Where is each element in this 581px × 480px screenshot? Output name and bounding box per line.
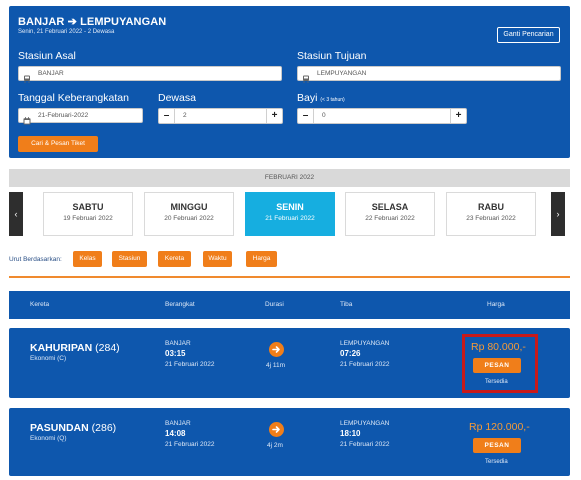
sort-class-button[interactable]: Kelas	[73, 251, 102, 267]
origin-label: Stasiun Asal	[18, 50, 76, 62]
header-depart: Berangkat	[165, 301, 195, 308]
train-name-text: KAHURIPAN	[30, 342, 93, 354]
day-tuesday[interactable]: SELASA 22 Februari 2022	[345, 192, 435, 236]
adult-decrease-button[interactable]: –	[159, 109, 175, 123]
depart-station: BANJAR	[165, 340, 191, 347]
arrive-station: LEMPUYANGAN	[340, 420, 390, 427]
duration: 4j 11m	[266, 362, 286, 369]
sort-price-button[interactable]: Harga	[246, 251, 277, 267]
day-date: 22 Februari 2022	[365, 215, 415, 222]
destination-label: Stasiun Tujuan	[297, 50, 367, 62]
train-name-text: PASUNDAN	[30, 422, 89, 434]
infant-increase-button[interactable]: +	[450, 109, 466, 123]
infant-age-note: (< 3 tahun)	[320, 97, 345, 103]
train-name: PASUNDAN (286)	[30, 422, 116, 434]
infant-decrease-button[interactable]: –	[298, 109, 314, 123]
train-icon	[23, 70, 31, 83]
adult-stepper[interactable]: – 2 +	[158, 108, 283, 124]
search-panel: BANJAR ➔ LEMPUYANGAN Senin, 21 Februari …	[9, 6, 570, 158]
date-value: 21-Februari-2022	[38, 112, 89, 119]
header-train: Kereta	[30, 301, 50, 308]
page: BANJAR ➔ LEMPUYANGAN Senin, 21 Februari …	[0, 0, 581, 480]
train-name: KAHURIPAN (284)	[30, 342, 120, 354]
day-saturday[interactable]: SABTU 19 Februari 2022	[43, 192, 133, 236]
calendar-icon	[23, 112, 31, 125]
day-name: SELASA	[371, 202, 409, 212]
origin-field[interactable]: BANJAR	[18, 66, 282, 83]
destination-field[interactable]: LEMPUYANGAN	[297, 66, 561, 83]
highlight-box	[462, 334, 538, 393]
destination-value: LEMPUYANGAN	[317, 70, 367, 77]
sort-train-button[interactable]: Kereta	[158, 251, 191, 267]
depart-time: 14:08	[165, 429, 186, 438]
book-button[interactable]: PESAN	[473, 438, 521, 453]
adult-value: 2	[183, 112, 187, 119]
day-name: RABU	[478, 202, 504, 212]
day-date: 21 Februari 2022	[265, 215, 315, 222]
change-search-button[interactable]: Ganti Pencarian	[497, 27, 560, 43]
search-button[interactable]: Cari & Pesan Tiket	[18, 136, 98, 152]
day-monday-selected[interactable]: SENIN 21 Februari 2022	[245, 192, 335, 236]
sort-time-button[interactable]: Waktu	[203, 251, 232, 267]
availability: Tersedia	[485, 459, 508, 465]
arrive-date: 21 Februari 2022	[340, 361, 390, 368]
infant-value: 0	[322, 112, 326, 119]
duration: 4j 2m	[267, 442, 283, 449]
header-arrive: Tiba	[340, 301, 353, 308]
route-title: BANJAR ➔ LEMPUYANGAN	[18, 16, 167, 28]
divider	[9, 276, 570, 278]
month-bar: FEBRUARI 2022	[9, 169, 570, 187]
infant-label-text: Bayi	[297, 92, 318, 104]
date-label: Tanggal Keberangkatan	[18, 92, 129, 104]
arrive-time: 18:10	[340, 429, 361, 438]
arrive-time: 07:26	[340, 349, 361, 358]
sort-label: Urut Berdasarkan:	[9, 256, 62, 263]
sort-station-button[interactable]: Stasiun	[112, 251, 147, 267]
adult-label: Dewasa	[158, 92, 196, 104]
depart-date: 21 Februari 2022	[165, 441, 215, 448]
date-strip: ‹ SABTU 19 Februari 2022 MINGGU 20 Febru…	[9, 188, 570, 239]
depart-station: BANJAR	[165, 420, 191, 427]
arrow-right-icon	[269, 342, 284, 357]
header-duration: Durasi	[265, 301, 284, 308]
chevron-right-icon: ›	[556, 209, 560, 219]
route-subtitle: Senin, 21 Februari 2022 - 2 Dewasa	[18, 29, 115, 35]
origin-value: BANJAR	[38, 70, 64, 77]
arrive-date: 21 Februari 2022	[340, 441, 390, 448]
day-name: SABTU	[72, 202, 104, 212]
infant-label: Bayi (< 3 tahun)	[297, 92, 345, 104]
train-number: (286)	[91, 422, 117, 434]
train-card: PASUNDAN (286) Ekonomi (Q) BANJAR 14:08 …	[9, 408, 570, 476]
infant-stepper[interactable]: – 0 +	[297, 108, 467, 124]
day-name: MINGGU	[170, 202, 208, 212]
day-sunday[interactable]: MINGGU 20 Februari 2022	[144, 192, 234, 236]
depart-time: 03:15	[165, 349, 186, 358]
next-day-button[interactable]: ›	[551, 192, 565, 236]
day-wednesday[interactable]: RABU 23 Februari 2022	[446, 192, 536, 236]
train-number: (284)	[95, 342, 120, 354]
day-name: SENIN	[276, 202, 304, 212]
prev-day-button[interactable]: ‹	[9, 192, 23, 236]
results-header: Kereta Berangkat Durasi Tiba Harga	[9, 291, 570, 319]
train-class: Ekonomi (Q)	[30, 435, 67, 442]
arrive-station: LEMPUYANGAN	[340, 340, 390, 347]
train-class: Ekonomi (C)	[30, 355, 67, 362]
header-price: Harga	[487, 301, 505, 308]
train-icon	[302, 70, 310, 83]
date-field[interactable]: 21-Februari-2022	[18, 108, 143, 125]
day-date: 23 Februari 2022	[466, 215, 516, 222]
chevron-left-icon: ‹	[14, 209, 18, 219]
adult-increase-button[interactable]: +	[266, 109, 282, 123]
price: Rp 120.000,-	[469, 421, 530, 433]
day-date: 19 Februari 2022	[63, 215, 113, 222]
arrow-right-icon	[269, 422, 284, 437]
day-date: 20 Februari 2022	[164, 215, 214, 222]
depart-date: 21 Februari 2022	[165, 361, 215, 368]
